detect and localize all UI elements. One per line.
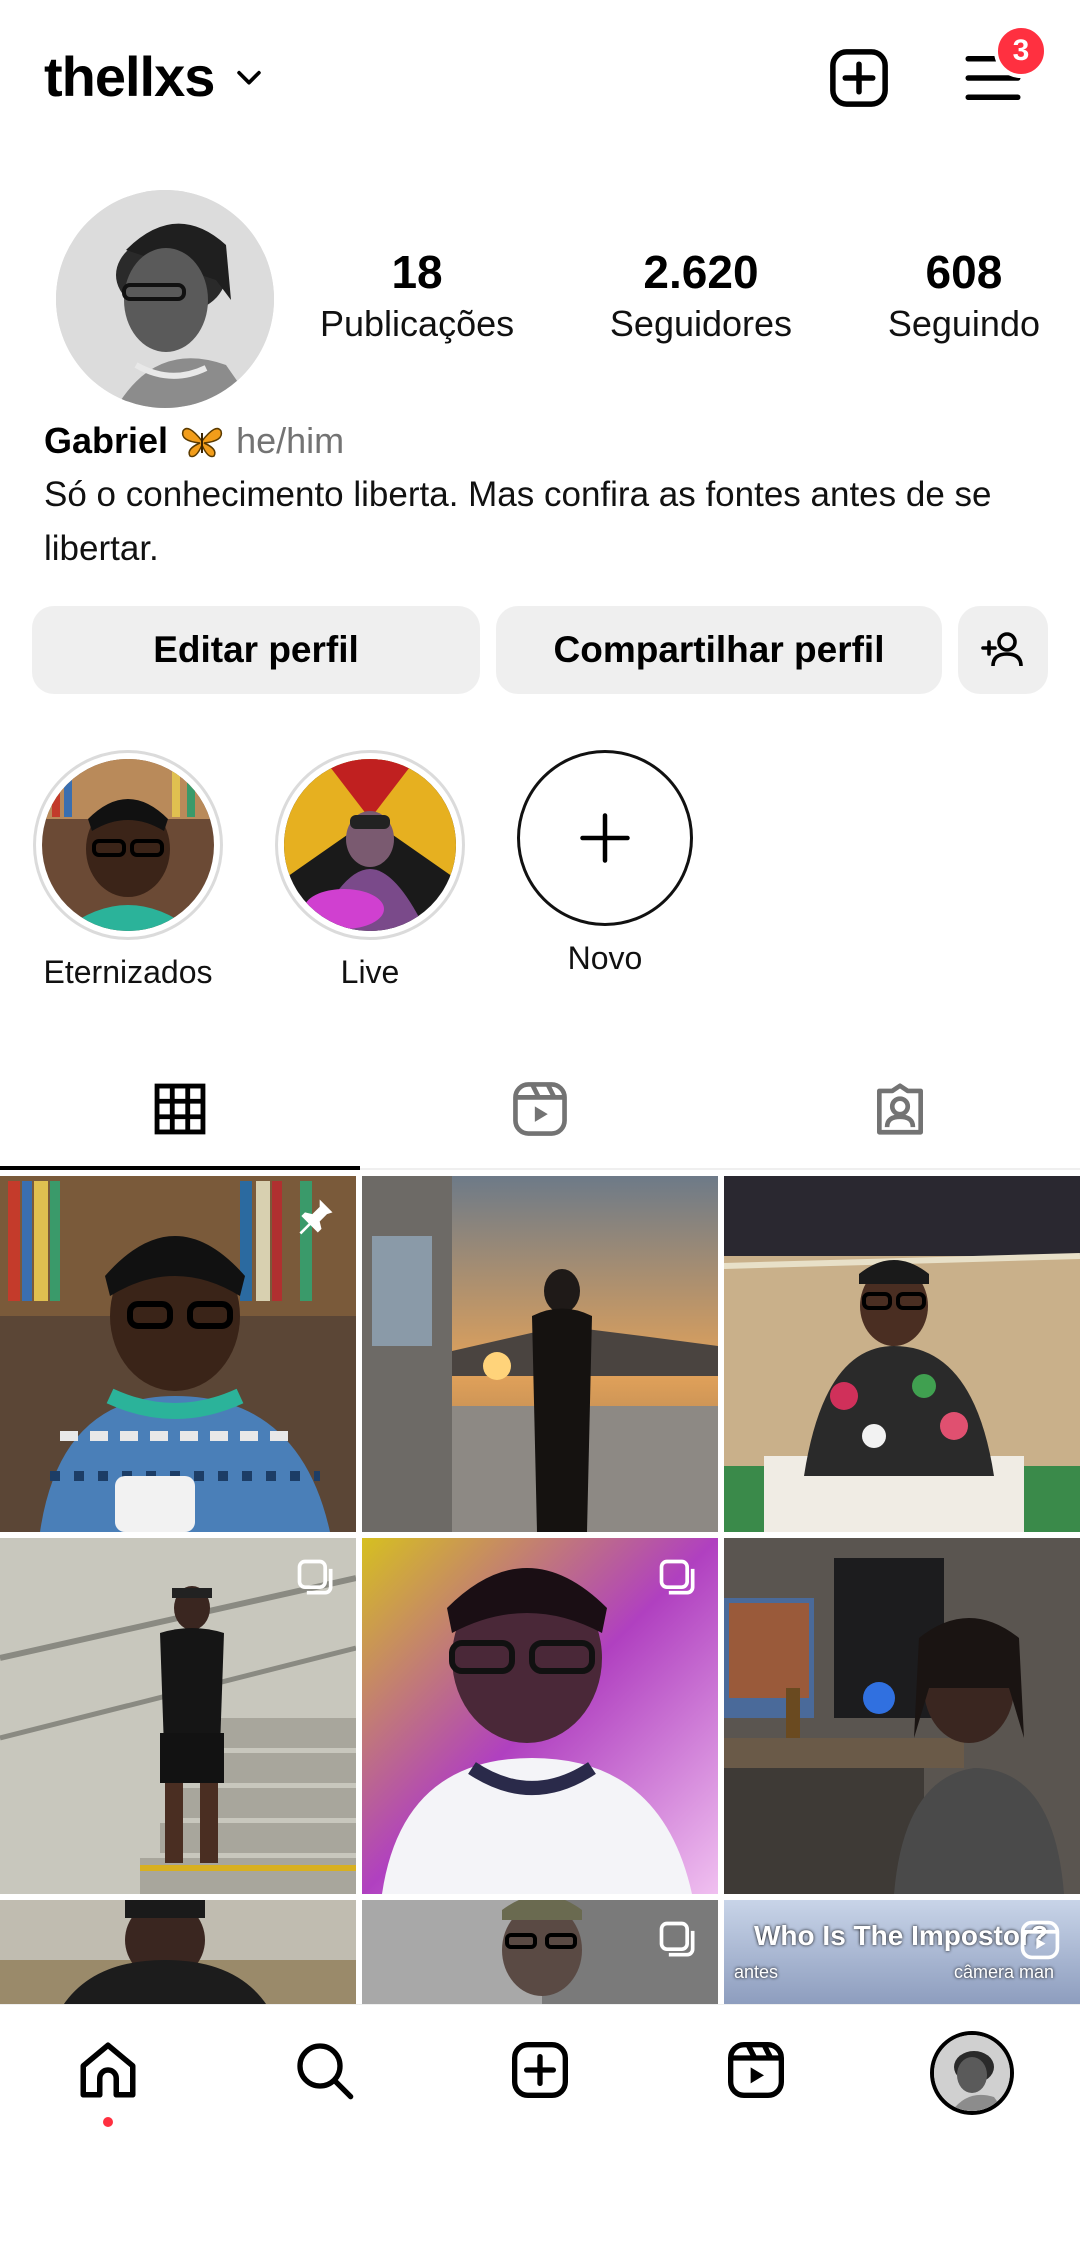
- bottom-navigation: [0, 2004, 1080, 2144]
- posts-grid: Who Is The Impostor? antes câmera man: [0, 1176, 1080, 2006]
- highlight-cover: [284, 759, 456, 931]
- grid-icon: [154, 1083, 206, 1135]
- notification-badge: 3: [994, 24, 1048, 78]
- tab-posts[interactable]: [0, 1050, 360, 1170]
- avatar-image: [56, 190, 274, 408]
- tab-reels[interactable]: [360, 1050, 720, 1168]
- stat-value: 2.620: [643, 246, 759, 298]
- edit-profile-button[interactable]: Editar perfil: [32, 606, 480, 694]
- nav-home[interactable]: [73, 2035, 143, 2105]
- stat-posts[interactable]: 18 Publicações: [320, 245, 514, 349]
- stat-label: Seguidores: [609, 303, 793, 344]
- stat-label: Seguindo: [887, 303, 1040, 344]
- highlight-eternizados[interactable]: Eternizados: [28, 750, 228, 991]
- new-post-icon[interactable]: [826, 45, 892, 111]
- tab-tagged[interactable]: [720, 1050, 1080, 1168]
- thumbnail-caption: Who Is The Impostor?: [754, 1920, 1048, 1951]
- avatar-image: [934, 2035, 1010, 2111]
- post-thumbnail[interactable]: [0, 1538, 356, 1894]
- stat-label: Publicações: [320, 303, 515, 344]
- display-name: Gabriel: [44, 420, 169, 461]
- new-highlight-circle: [517, 750, 693, 926]
- highlight-live[interactable]: Live: [270, 750, 470, 991]
- nav-profile-avatar[interactable]: [930, 2031, 1014, 2115]
- post-thumbnail[interactable]: [362, 1900, 718, 2006]
- account-switcher[interactable]: thellxs: [44, 44, 266, 109]
- highlight-ring: [275, 750, 465, 940]
- profile-avatar[interactable]: [56, 190, 274, 408]
- stat-value: 608: [925, 246, 1003, 298]
- reels-icon: [513, 1082, 567, 1136]
- profile-stats: 18 Publicações 2.620 Seguidores 608 Segu…: [320, 245, 1040, 349]
- butterfly-icon: [181, 427, 223, 458]
- tagged-icon: [877, 1083, 923, 1135]
- highlight-new[interactable]: Novo: [505, 750, 705, 977]
- search-icon: [297, 2043, 354, 2100]
- reel-indicator-icon: [1020, 1920, 1060, 1960]
- plus-icon: [580, 813, 630, 863]
- pin-icon: [299, 1199, 333, 1235]
- stat-followers[interactable]: 2.620 Seguidores: [610, 245, 792, 349]
- reels-icon: [728, 2042, 784, 2098]
- nav-reels[interactable]: [721, 2035, 791, 2105]
- carousel-icon: [659, 1559, 695, 1595]
- nav-create[interactable]: [505, 2035, 575, 2105]
- highlight-label: Live: [340, 954, 400, 990]
- chevron-down-icon: [237, 70, 262, 85]
- post-thumbnail[interactable]: [362, 1176, 718, 1532]
- add-person-icon: [981, 632, 1023, 667]
- highlight-cover: [42, 759, 214, 931]
- post-thumbnail[interactable]: [362, 1538, 718, 1894]
- carousel-icon: [297, 1559, 333, 1595]
- home-activity-dot: [103, 2117, 113, 2127]
- post-thumbnail[interactable]: [724, 1176, 1080, 1532]
- highlight-label: Novo: [567, 940, 643, 976]
- post-thumbnail[interactable]: [0, 1176, 356, 1532]
- highlight-ring: [33, 750, 223, 940]
- carousel-icon: [659, 1921, 695, 1957]
- create-icon: [512, 2042, 568, 2098]
- top-bar: thellxs 3: [0, 0, 1080, 160]
- stat-following[interactable]: 608 Seguindo: [888, 245, 1040, 349]
- post-thumbnail[interactable]: Who Is The Impostor? antes câmera man: [724, 1900, 1080, 2006]
- share-profile-button[interactable]: Compartilhar perfil: [496, 606, 942, 694]
- post-thumbnail[interactable]: [0, 1900, 356, 2006]
- profile-name-line: Gabriel he/him: [44, 420, 344, 462]
- username: thellxs: [44, 45, 215, 108]
- thumbnail-sub-right: câmera man: [954, 1962, 1055, 1982]
- post-thumbnail[interactable]: [724, 1538, 1080, 1894]
- highlight-label: Eternizados: [43, 954, 213, 990]
- pronouns: he/him: [236, 420, 345, 461]
- stat-value: 18: [391, 246, 443, 298]
- discover-people-button[interactable]: [958, 606, 1048, 694]
- profile-tabs: [0, 1050, 1080, 1170]
- home-icon: [80, 2042, 136, 2098]
- thumbnail-sub-left: antes: [734, 1962, 779, 1982]
- profile-bio: Só o conhecimento liberta. Mas confira a…: [44, 475, 992, 568]
- nav-search[interactable]: [289, 2035, 359, 2105]
